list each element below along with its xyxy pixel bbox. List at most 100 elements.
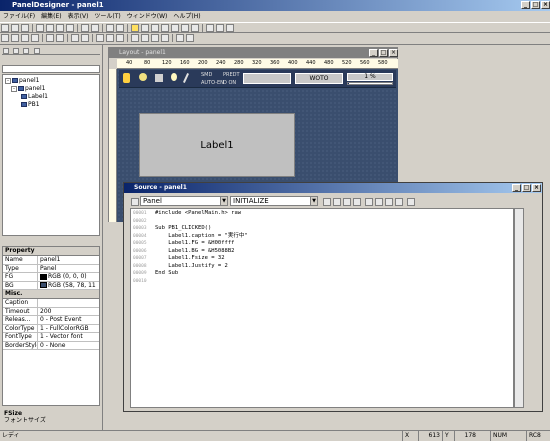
outdent-icon[interactable]	[333, 198, 341, 206]
close-button[interactable]: ×	[541, 1, 550, 9]
prop-row-borderstyle[interactable]: BorderStyle0 - None	[3, 342, 99, 351]
frame-tool-icon[interactable]	[161, 24, 169, 32]
property-grid: Property Namepanel1 TypePanel FGRGB (0, …	[2, 246, 100, 406]
tree-item-root[interactable]: -panel1	[5, 77, 39, 85]
vertical-scrollbar[interactable]	[514, 208, 524, 408]
tree-add-icon[interactable]	[3, 48, 9, 54]
next-bookmark-icon[interactable]	[375, 198, 383, 206]
indicator-tool-icon[interactable]	[191, 24, 199, 32]
prop-row-release[interactable]: Releas...0 - Post Event	[3, 316, 99, 325]
bulb-icon[interactable]	[139, 73, 147, 81]
redo-icon[interactable]	[91, 24, 99, 32]
menu-view[interactable]: 表示(V)	[65, 11, 92, 22]
tree-del-icon[interactable]	[13, 48, 19, 54]
label1-control[interactable]: Label1	[139, 113, 295, 177]
zoom-in-icon[interactable]	[21, 34, 29, 42]
prop-row-fonttype[interactable]: FontType1 - Vector font	[3, 333, 99, 342]
tree-filter[interactable]	[2, 65, 100, 73]
layout-close-button[interactable]: ×	[389, 49, 398, 57]
tree-item-panel[interactable]: -panel1	[11, 85, 45, 93]
event-combo[interactable]: INITIALIZE▼	[230, 196, 318, 206]
blank-button[interactable]	[243, 73, 291, 84]
prop-row-bg[interactable]: BGRGB (58, 78, 11	[3, 282, 99, 291]
prop-row-type[interactable]: TypePanel	[3, 265, 99, 274]
binoculars-icon[interactable]	[407, 198, 415, 206]
comment-icon[interactable]	[343, 198, 351, 206]
build-icon[interactable]	[186, 34, 194, 42]
hand-icon[interactable]	[123, 73, 130, 83]
menu-edit[interactable]: 編集(E)	[38, 11, 64, 22]
space-h-icon[interactable]	[131, 34, 139, 42]
copy-icon[interactable]	[46, 24, 54, 32]
bulb-icon[interactable]	[131, 24, 139, 32]
undo-icon[interactable]	[81, 24, 89, 32]
lamp-icon[interactable]	[171, 73, 177, 81]
zoom-out-icon[interactable]	[31, 34, 39, 42]
tab-order-icon[interactable]	[71, 34, 79, 42]
center-v-icon[interactable]	[161, 34, 169, 42]
indent-icon[interactable]	[323, 198, 331, 206]
align-right-icon[interactable]	[216, 24, 224, 32]
tree-up-icon[interactable]	[23, 48, 29, 54]
center-h-icon[interactable]	[151, 34, 159, 42]
clear-bookmark-icon[interactable]	[395, 198, 403, 206]
maximize-button[interactable]: □	[531, 1, 540, 9]
woto-button[interactable]: WOTO	[295, 73, 343, 84]
uncomment-icon[interactable]	[353, 198, 361, 206]
bookmark-icon[interactable]	[365, 198, 373, 206]
pen-icon[interactable]	[183, 73, 189, 83]
tree-item-pb1[interactable]: PB1	[21, 101, 40, 109]
prop-row-caption[interactable]: Caption	[3, 299, 99, 308]
source-maximize-button[interactable]: □	[522, 184, 531, 192]
same-size-icon[interactable]	[116, 34, 124, 42]
prop-row-timeout[interactable]: Timeout200	[3, 308, 99, 317]
collapse-icon[interactable]: -	[5, 78, 11, 84]
source-close-button[interactable]: ×	[532, 184, 541, 192]
open-icon[interactable]	[11, 24, 19, 32]
object-combo[interactable]: Panel▼	[140, 196, 228, 206]
cut-icon[interactable]	[36, 24, 44, 32]
same-width-icon[interactable]	[96, 34, 104, 42]
new-icon[interactable]	[1, 24, 9, 32]
send-back-icon[interactable]	[56, 34, 64, 42]
chevron-down-icon[interactable]: ▼	[310, 197, 317, 205]
menu-window[interactable]: ウィンドウ(W)	[124, 11, 171, 22]
collapse-icon[interactable]: -	[11, 86, 17, 92]
code-editor[interactable]: 00001#include <PanelMain.h> raw 00002 00…	[130, 208, 514, 408]
delete-icon[interactable]	[66, 24, 74, 32]
prop-row-fg[interactable]: FGRGB (0, 0, 0)	[3, 273, 99, 282]
code-line: 00007 Label1.Fsize = 32	[133, 255, 225, 263]
run-icon[interactable]	[176, 34, 184, 42]
save-icon[interactable]	[21, 24, 29, 32]
minimize-button[interactable]: _	[521, 1, 530, 9]
space-v-icon[interactable]	[141, 34, 149, 42]
bring-front-icon[interactable]	[46, 34, 54, 42]
layout-maximize-button[interactable]: □	[379, 49, 388, 57]
prop-row-name[interactable]: Namepanel1	[3, 256, 99, 265]
lock-icon[interactable]	[81, 34, 89, 42]
paste-icon[interactable]	[56, 24, 64, 32]
find-icon[interactable]	[106, 24, 114, 32]
tree-down-icon[interactable]	[34, 48, 40, 54]
prop-row-colortype[interactable]: ColorType1 - FullColorRGB	[3, 325, 99, 334]
align-top-icon[interactable]	[226, 24, 234, 32]
grid-icon[interactable]	[1, 34, 9, 42]
image-tool-icon[interactable]	[171, 24, 179, 32]
layout-minimize-button[interactable]: _	[369, 49, 378, 57]
snap-icon[interactable]	[11, 34, 19, 42]
slider-tool-icon[interactable]	[181, 24, 189, 32]
button-tool-icon[interactable]	[151, 24, 159, 32]
source-minimize-button[interactable]: _	[512, 184, 521, 192]
prev-bookmark-icon[interactable]	[385, 198, 393, 206]
menu-help[interactable]: ヘルプ(H)	[170, 11, 203, 22]
same-height-icon[interactable]	[106, 34, 114, 42]
label-tool-icon[interactable]	[141, 24, 149, 32]
menu-file[interactable]: ファイル(F)	[0, 11, 38, 22]
code-line: 00003Sub PB1_CLICKED()	[133, 225, 211, 233]
tree-item-label1[interactable]: Label1	[21, 93, 48, 101]
chevron-down-icon[interactable]: ▼	[220, 197, 227, 205]
square-icon[interactable]	[155, 74, 163, 82]
print-icon[interactable]	[116, 24, 124, 32]
menu-tools[interactable]: ツール(T)	[91, 11, 123, 22]
align-left-icon[interactable]	[206, 24, 214, 32]
